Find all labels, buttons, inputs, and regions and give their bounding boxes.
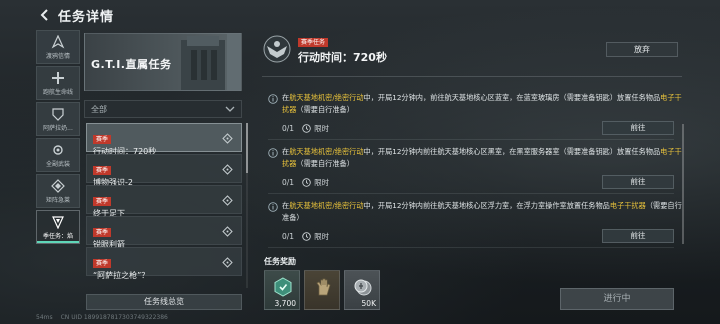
reward-item[interactable]: 50K [344, 270, 380, 310]
nav-item-matrix[interactable]: 矩阵急莱 [36, 174, 80, 208]
mode-highlight: 航天基地机密/绝密行动 [289, 201, 364, 210]
mode-highlight: 航天基地机密/绝密行动 [289, 147, 364, 156]
info-icon [268, 202, 278, 212]
season-tag: 赛季 [93, 228, 112, 237]
nav-item-asara[interactable]: 阿萨拉奶... [36, 102, 80, 136]
quest-list-scrollbar[interactable] [246, 123, 248, 288]
reward-amount: 50K [361, 299, 376, 308]
abandon-button[interactable]: 放弃 [606, 42, 678, 57]
objective-footer: 0/1 限时 [282, 123, 329, 134]
category-nav: 渡鸦信情 跑航生命线 阿萨拉奶... 全副武装 矩阵急莱 季任务：焰 [36, 30, 80, 246]
objective-text: 在航天基地机密/绝密行动中，开局12分钟内，前往航天基地核心区蓝室，在蓝室玻璃房… [282, 93, 682, 114]
status-bar: 54ms CN UID 1899187817303749322386 [36, 314, 168, 321]
currency-badge-icon [274, 277, 292, 297]
nav-item-season[interactable]: 季任务：焰 [36, 210, 80, 244]
reward-item[interactable]: 3,700 [264, 270, 300, 310]
quest-title: 行动时间：720秒 [298, 51, 387, 64]
nav-item-armed[interactable]: 全副武装 [36, 138, 80, 172]
quest-detail-header: 赛季任务 行动时间：720秒 放弃 [262, 34, 682, 70]
gear-icon [53, 144, 63, 155]
raven-icon [51, 34, 65, 49]
eagle-emblem-icon [263, 35, 291, 63]
nav-label: 季任务：焰 [42, 232, 73, 240]
objective-footer: 0/1 限时 [282, 177, 329, 188]
season-tag: 赛季 [93, 259, 112, 268]
target-icon [222, 164, 233, 175]
clock-icon [302, 178, 311, 187]
time-limit-label: 限时 [314, 178, 330, 187]
questline-overview-button[interactable]: 任务线总览 [86, 294, 242, 310]
chevron-down-icon [225, 106, 235, 112]
objective-list: 在航天基地机密/绝密行动中，开局12分钟内，前往航天基地核心区蓝室，在蓝室玻璃房… [268, 92, 682, 254]
target-icon [222, 226, 233, 237]
quest-list-item[interactable]: 赛季 “阿萨拉之枪”？ [86, 247, 242, 280]
divider [262, 76, 682, 77]
objective-item: 在航天基地机密/绝密行动中，开局12分钟内，前往航天基地核心区蓝室，在蓝室玻璃房… [268, 92, 682, 140]
reward-amount: 3,700 [274, 299, 296, 308]
time-limit-label: 限时 [314, 232, 330, 241]
page-title: 任务详情 [58, 9, 115, 25]
target-icon [222, 133, 233, 144]
objective-progress: 0/1 [282, 124, 295, 133]
season-quest-tag: 赛季任务 [298, 38, 329, 47]
reward-item[interactable] [304, 270, 340, 310]
quest-list-item[interactable]: 赛季 行动时间：720秒 [86, 123, 242, 156]
nav-item-raven[interactable]: 渡鸦信情 [36, 30, 80, 64]
season-icon [52, 215, 64, 229]
quest-name: “阿萨拉之枪”？ [93, 271, 150, 280]
in-progress-button: 进行中 [560, 288, 674, 310]
objective-item: 在航天基地机密/绝密行动中，开局12分钟内前往航天基地核心区浮力室，在浮力室操作… [268, 200, 682, 248]
diamond-icon [51, 178, 65, 193]
cross-icon [52, 71, 64, 84]
nav-label: 跑航生命线 [42, 88, 73, 96]
quest-filter-dropdown[interactable]: 全部 [84, 100, 242, 118]
objective-item: 在航天基地机密/绝密行动中，开局12分钟内前往航天基地核心区黑室，在黑室服务器室… [268, 146, 682, 194]
nav-label: 阿萨拉奶... [43, 124, 73, 132]
target-icon [222, 195, 233, 206]
rewards-label: 任务奖励 [264, 257, 296, 266]
mode-highlight: 航天基地机密/绝密行动 [289, 93, 364, 102]
info-icon [268, 148, 278, 158]
shield-icon [52, 107, 64, 121]
scrollbar-thumb[interactable] [246, 123, 248, 173]
quest-list-item[interactable]: 赛季 博物强识-2 [86, 154, 242, 187]
banner-art [181, 34, 241, 90]
objective-text: 在航天基地机密/绝密行动中，开局12分钟内前往航天基地核心区浮力室，在浮力室操作… [282, 201, 682, 222]
nav-label: 渡鸦信情 [45, 52, 70, 60]
nav-label: 全副武装 [45, 160, 70, 168]
glove-icon [316, 278, 331, 296]
season-tag: 赛季 [93, 135, 112, 144]
quest-list: 赛季 行动时间：720秒 赛季 博物强识-2 赛季 终于足下 赛季 锐眼利箭 赛… [86, 123, 242, 291]
nav-label: 矩阵急莱 [45, 196, 70, 204]
objective-progress: 0/1 [282, 232, 295, 241]
uid-text: CN UID 1899187817303749322386 [60, 314, 168, 321]
item-highlight: 电子干扰器 [609, 201, 646, 210]
banner-title: G.T.I.直属任务 [91, 58, 172, 71]
quest-list-item[interactable]: 赛季 锐眼利箭 [86, 216, 242, 249]
reward-list: 3,700 50K [264, 270, 380, 310]
go-button[interactable]: 前往 [602, 229, 674, 243]
objective-footer: 0/1 限时 [282, 231, 329, 242]
target-icon [222, 257, 233, 268]
filter-label: 全部 [91, 104, 107, 114]
season-tag: 赛季 [93, 166, 112, 175]
info-icon [268, 94, 278, 104]
page-header: 任务详情 [38, 6, 115, 25]
ping-text: 54ms [36, 314, 53, 321]
questline-banner: G.T.I.直属任务 [84, 33, 242, 91]
go-button[interactable]: 前往 [602, 121, 674, 135]
nav-item-lifeline[interactable]: 跑航生命线 [36, 66, 80, 100]
season-tag: 赛季 [93, 197, 112, 206]
coin-icon [354, 279, 372, 296]
objective-text: 在航天基地机密/绝密行动中，开局12分钟内前往航天基地核心区黑室，在黑室服务器室… [282, 147, 682, 168]
objective-progress: 0/1 [282, 178, 295, 187]
go-button[interactable]: 前往 [602, 175, 674, 189]
quest-list-item[interactable]: 赛季 终于足下 [86, 185, 242, 218]
time-limit-label: 限时 [314, 124, 330, 133]
clock-icon [302, 124, 311, 133]
back-arrow-icon[interactable] [38, 8, 52, 22]
clock-icon [302, 232, 311, 241]
objective-scrollbar[interactable] [682, 124, 684, 244]
